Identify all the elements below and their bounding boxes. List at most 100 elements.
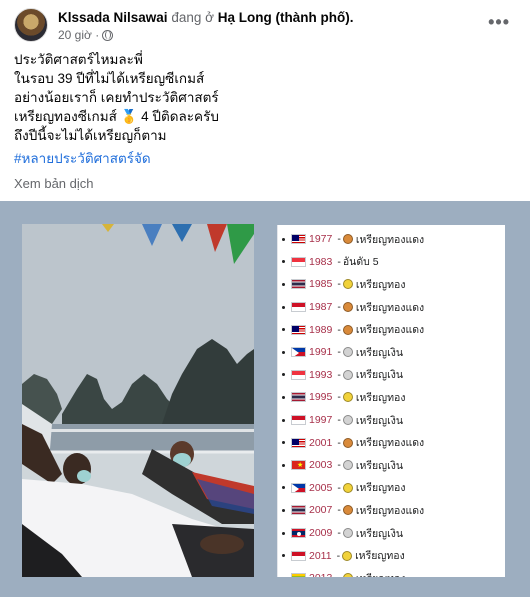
gold-medal-icon <box>342 279 353 290</box>
medal-row: 1977- เหรียญทองแดง <box>278 228 505 251</box>
thailand-flag-icon <box>291 505 306 516</box>
location-link[interactable]: Hạ Long (thành phố). <box>218 10 354 25</box>
year-link[interactable]: 1985 <box>309 278 332 290</box>
medal-row: 2013- เหรียญทอง <box>278 567 505 577</box>
post-body: ประวัติศาสตร์ไหมละพี่ ในรอบ 39 ปีที่ไม่ไ… <box>14 50 514 168</box>
medal-label: เหรียญทองแดง <box>355 504 425 517</box>
globe-icon <box>102 29 114 41</box>
author-name[interactable]: Klssada Nilsawai <box>58 10 168 25</box>
post-text-line: อย่างน้อยเราก็ เคยทำประวัติศาสตร์ <box>14 90 219 105</box>
laos-flag-icon <box>291 528 306 539</box>
year-link[interactable]: 1989 <box>309 324 332 336</box>
post-header: Klssada Nilsawai đang ở Hạ Long (thành p… <box>14 8 516 42</box>
dash-separator: - <box>337 233 341 246</box>
year-link[interactable]: 2007 <box>309 504 332 516</box>
bullet-icon <box>282 418 285 422</box>
dash-separator: - <box>337 391 341 404</box>
year-link[interactable]: 1987 <box>309 301 332 313</box>
medal-row: ★ 2003- เหรียญเงิน <box>278 454 505 477</box>
silver-medal-icon <box>342 369 353 380</box>
silver-medal-icon <box>342 460 353 471</box>
bullet-icon <box>282 395 285 399</box>
gold-medal-icon <box>342 573 353 577</box>
medal-label: เหรียญเงิน <box>355 527 404 540</box>
gold-medal-icon <box>342 482 353 493</box>
more-options-icon[interactable]: ••• <box>488 12 510 33</box>
bullet-icon <box>282 463 285 467</box>
medal-row: 2009- เหรียญเงิน <box>278 522 505 545</box>
medal-label: เหรียญเงิน <box>355 369 404 382</box>
vietnam-flag-icon: ★ <box>291 460 306 471</box>
year-link[interactable]: 2003 <box>309 459 332 471</box>
bronze-medal-icon <box>342 437 353 448</box>
medal-label: เหรียญเงิน <box>355 346 404 359</box>
medal-label: เหรียญทองแดง <box>355 301 425 314</box>
medal-label: เหรียญทอง <box>355 482 406 495</box>
year-link[interactable]: 1995 <box>309 391 332 403</box>
dash-separator: - <box>337 436 341 449</box>
singapore-flag-icon <box>291 256 306 267</box>
year-link[interactable]: 1991 <box>309 346 332 358</box>
medal-history-list: 1977- เหรียญทองแดง 1983- อันดับ 5 1985- เหรีย… <box>277 225 505 577</box>
medal-row: 1987- เหรียญทองแดง <box>278 296 505 319</box>
bullet-icon <box>282 531 285 535</box>
medal-label: เหรียญทองแดง <box>355 233 425 246</box>
year-link[interactable]: 1983 <box>309 256 332 268</box>
dash-separator: - <box>337 504 341 517</box>
medal-label: เหรียญทอง <box>355 550 405 563</box>
bullet-icon <box>282 305 285 309</box>
post-text-line: เหรียญทองซีเกมส์ 🥇 4 ปีติดละครับ <box>14 109 219 124</box>
dash-separator: - <box>337 301 341 314</box>
indonesia-flag-icon <box>291 415 306 426</box>
post-text-line: ในรอบ 39 ปีที่ไม่ได้เหรียญซีเกมส์ <box>14 71 205 86</box>
medal-row: 2001- เหรียญทองแดง <box>278 431 505 454</box>
malaysia-flag-icon <box>291 324 306 335</box>
year-link[interactable]: 1997 <box>309 414 332 426</box>
dash-separator: - <box>337 459 341 472</box>
year-link[interactable]: 1977 <box>309 233 332 245</box>
indonesia-flag-icon <box>291 302 306 313</box>
indonesia-flag-icon <box>291 550 306 561</box>
medal-row: 1993- เหรียญเงิน <box>278 364 505 387</box>
dash-separator: - <box>337 255 341 268</box>
medal-row: 2005- เหรียญทอง <box>278 477 505 500</box>
year-link[interactable]: 2013 <box>309 572 332 577</box>
avatar[interactable] <box>14 8 48 42</box>
boat-photo[interactable] <box>22 224 254 577</box>
see-translation-link[interactable]: Xem bản dịch <box>14 176 94 191</box>
post-text-line: ประวัติศาสตร์ไหมละพี่ <box>14 52 143 67</box>
dash-separator: - <box>337 346 341 359</box>
medal-row: 1985- เหรียญทอง <box>278 273 505 296</box>
post-time[interactable]: 20 giờ · <box>58 28 99 42</box>
bullet-icon <box>282 373 285 377</box>
dash-separator: - <box>337 527 341 540</box>
medal-label: เหรียญทอง <box>356 570 406 577</box>
year-link[interactable]: 2005 <box>309 482 332 494</box>
medal-row: 1989- เหรียญทองแดง <box>278 318 505 341</box>
year-link[interactable]: 1993 <box>309 369 332 381</box>
silver-medal-icon <box>342 528 353 539</box>
medal-row: 2007- เหรียญทองแดง <box>278 499 505 522</box>
year-link[interactable]: 2001 <box>309 437 332 449</box>
bullet-icon <box>282 508 285 512</box>
dash-separator: - <box>337 414 341 427</box>
hashtag-link[interactable]: #หลายประวัติศาสตร์จัด <box>14 149 514 168</box>
bronze-medal-icon <box>342 302 353 313</box>
dash-separator: - <box>337 368 341 381</box>
silver-medal-icon <box>342 415 353 426</box>
medal-label: เหรียญเงิน <box>355 414 404 427</box>
medal-label: เหรียญทองแดง <box>355 324 425 337</box>
dash-separator: - <box>337 278 341 291</box>
post-media: 1977- เหรียญทองแดง 1983- อันดับ 5 1985- เหรีย… <box>0 201 530 597</box>
medal-label: อันดับ 5 <box>342 256 379 269</box>
checkin-text: đang ở <box>171 10 214 25</box>
medal-label: เหรียญเงิน <box>355 459 404 472</box>
bullet-icon <box>282 350 285 354</box>
malaysia-flag-icon <box>291 437 306 448</box>
medal-label: เหรียญทอง <box>355 278 406 291</box>
year-link[interactable]: 2011 <box>309 550 332 562</box>
bullet-icon <box>282 260 285 264</box>
bronze-medal-icon <box>342 234 353 245</box>
medal-row: 1991- เหรียญเงิน <box>278 341 505 364</box>
year-link[interactable]: 2009 <box>309 527 332 539</box>
